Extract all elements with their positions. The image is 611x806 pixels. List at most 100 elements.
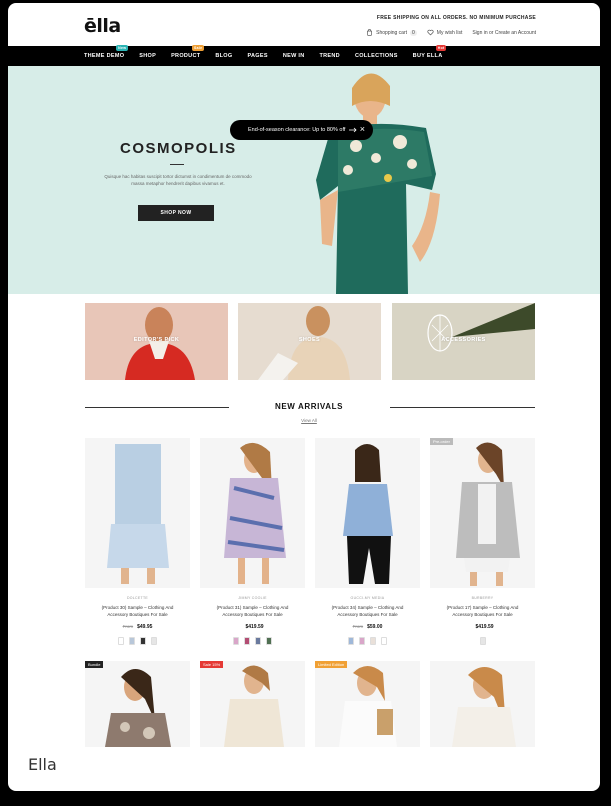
color-swatch[interactable] <box>118 637 124 645</box>
product-photo <box>339 666 397 747</box>
product-photo <box>224 442 286 584</box>
nav-item-label: COLLECTIONS <box>354 53 398 59</box>
product-card[interactable]: Pre-order BURBERRY (Product 17) Sample –… <box>430 438 535 645</box>
product-photo <box>224 665 284 747</box>
nav-badge: New <box>116 45 129 51</box>
product-card[interactable]: GUCCI-MY MEDIA (Product 34) Sample – Clo… <box>315 438 420 645</box>
product-image[interactable] <box>200 438 305 588</box>
nav-item-label: THEME DEMO <box>84 53 125 59</box>
category-accessories[interactable]: ACCESSORIES <box>392 303 535 380</box>
product-card[interactable] <box>430 661 535 747</box>
color-swatch[interactable] <box>370 637 376 645</box>
view-all-link[interactable]: View All <box>291 418 327 423</box>
color-swatch[interactable] <box>266 637 272 645</box>
color-swatch[interactable] <box>479 637 486 645</box>
clearance-notice[interactable]: End-of-season clearance: Up to 80% off × <box>230 120 373 140</box>
promo-text: FREE SHIPPING ON ALL ORDERS. NO MINIMUM … <box>376 15 536 21</box>
main-navigation: THEME DEMO New SHOP PRODUCT Sale BLOG PAGES NEW… <box>8 45 600 66</box>
hero-banner[interactable]: End-of-season clearance: Up to 80% off ×… <box>8 66 600 294</box>
site-logo[interactable]: ēlla <box>84 15 121 37</box>
nav-item-theme-demo[interactable]: THEME DEMO New <box>84 45 129 59</box>
nav-item-label: NEW IN <box>282 53 305 59</box>
close-icon[interactable]: × <box>360 124 365 135</box>
nav-item-trend[interactable]: TREND <box>320 53 340 59</box>
color-swatch[interactable] <box>233 637 239 645</box>
color-swatch[interactable] <box>244 637 250 645</box>
product-price: $419.59 <box>430 624 535 630</box>
product-image[interactable] <box>315 438 420 588</box>
category-editors-pick[interactable]: EDITOR'S PICK <box>85 303 228 380</box>
product-badge: Sale 15% <box>200 661 224 668</box>
product-image[interactable] <box>85 438 190 588</box>
cart-count-badge: 0 <box>410 29 417 36</box>
nav-item-collections[interactable]: COLLECTIONS <box>355 53 398 59</box>
product-image[interactable]: Pre-order <box>430 438 535 588</box>
price-value: $419.59 <box>245 624 264 630</box>
nav-item-shop[interactable]: SHOP <box>139 53 156 59</box>
price-value: $49.95 <box>137 624 153 630</box>
color-swatch[interactable] <box>255 637 261 645</box>
product-vendor: JIMMY COOLIE <box>238 596 267 600</box>
new-arrivals-heading: NEW ARRIVALS <box>274 402 344 411</box>
nav-items: THEME DEMO New SHOP PRODUCT Sale BLOG PAGES NEW… <box>84 45 447 66</box>
product-title[interactable]: (Product 31) Sample – Clothing And Acces… <box>200 605 305 618</box>
wishlist-link[interactable]: My wish list <box>427 29 463 36</box>
product-photo <box>456 442 520 586</box>
hero-title: COSMOPOLIS <box>120 140 237 157</box>
color-swatch[interactable] <box>129 637 135 645</box>
product-card[interactable]: Bundle <box>85 661 190 747</box>
price-prefix: From <box>122 624 134 629</box>
product-badge: Limited Edition <box>315 661 348 668</box>
nav-item-product[interactable]: PRODUCT Sale <box>171 45 205 59</box>
product-price: From $59.00 <box>315 624 420 630</box>
nav-item-label: BUY ELLA <box>412 53 443 59</box>
price-prefix: From <box>352 624 364 629</box>
category-shoes[interactable]: SHOES <box>238 303 381 380</box>
screenshot-caption: Ella <box>28 755 57 774</box>
color-swatch[interactable] <box>348 637 354 645</box>
color-swatch[interactable] <box>151 637 157 645</box>
category-label: EDITOR'S PICK <box>133 337 180 343</box>
wishlist-label: My wish list <box>436 29 463 36</box>
product-photo <box>343 444 393 584</box>
product-card[interactable]: Sale 15% <box>200 661 305 747</box>
section-divider-left <box>85 407 229 408</box>
section-divider-right <box>390 407 535 408</box>
nav-badge: Hot <box>435 45 447 51</box>
account-link[interactable]: Sign in or Create an Account <box>472 30 536 36</box>
nav-item-new-in[interactable]: NEW IN <box>283 53 305 59</box>
product-card[interactable]: JIMMY COOLIE (Product 31) Sample – Cloth… <box>200 438 305 645</box>
shopping-cart-link[interactable]: Shopping cart 0 <box>366 29 417 36</box>
clearance-text: End-of-season clearance: Up to 80% off <box>248 127 346 133</box>
shopping-cart-label: Shopping cart <box>376 29 407 36</box>
category-label: SHOES <box>298 337 321 343</box>
nav-item-blog[interactable]: BLOG <box>215 53 232 59</box>
product-card[interactable]: DOLCETTE (Product 30) Sample – Clothing … <box>85 438 190 645</box>
price-value: $419.59 <box>475 624 494 630</box>
arrow-right-icon <box>349 127 358 133</box>
ella-storefront: ēlla FREE SHIPPING ON ALL ORDERS. NO MIN… <box>8 3 600 747</box>
account-label: Sign in or Create an Account <box>472 29 536 36</box>
nav-item-pages[interactable]: PAGES <box>247 53 267 59</box>
hero-description: Quisque hac habitas suscipit tortor dict… <box>104 174 252 186</box>
product-photo <box>107 444 169 584</box>
screenshot-card: ēlla FREE SHIPPING ON ALL ORDERS. NO MIN… <box>8 3 600 791</box>
product-vendor: BURBERRY <box>471 596 494 600</box>
product-title[interactable]: (Product 30) Sample – Clothing And Acces… <box>85 605 190 618</box>
nav-item-label: PAGES <box>247 53 268 59</box>
product-title[interactable]: (Product 34) Sample – Clothing And Acces… <box>315 605 420 618</box>
product-card[interactable]: Limited Edition <box>315 661 420 747</box>
color-swatch[interactable] <box>140 637 146 645</box>
product-badge: Pre-order <box>430 438 453 445</box>
color-swatch[interactable] <box>359 637 365 645</box>
header-utilities: Shopping cart 0 My wish list Sign in or … <box>366 29 536 36</box>
heart-icon <box>427 29 434 36</box>
color-swatches <box>85 637 190 645</box>
nav-item-label: BLOG <box>215 53 233 59</box>
product-title[interactable]: (Product 17) Sample – Clothing And Acces… <box>430 605 535 618</box>
color-swatches <box>315 637 420 645</box>
shopping-bag-icon <box>367 29 373 36</box>
shop-now-button[interactable]: SHOP NOW <box>138 205 214 221</box>
nav-item-buy-ella[interactable]: BUY ELLA Hot <box>412 45 447 59</box>
color-swatch[interactable] <box>381 637 387 645</box>
